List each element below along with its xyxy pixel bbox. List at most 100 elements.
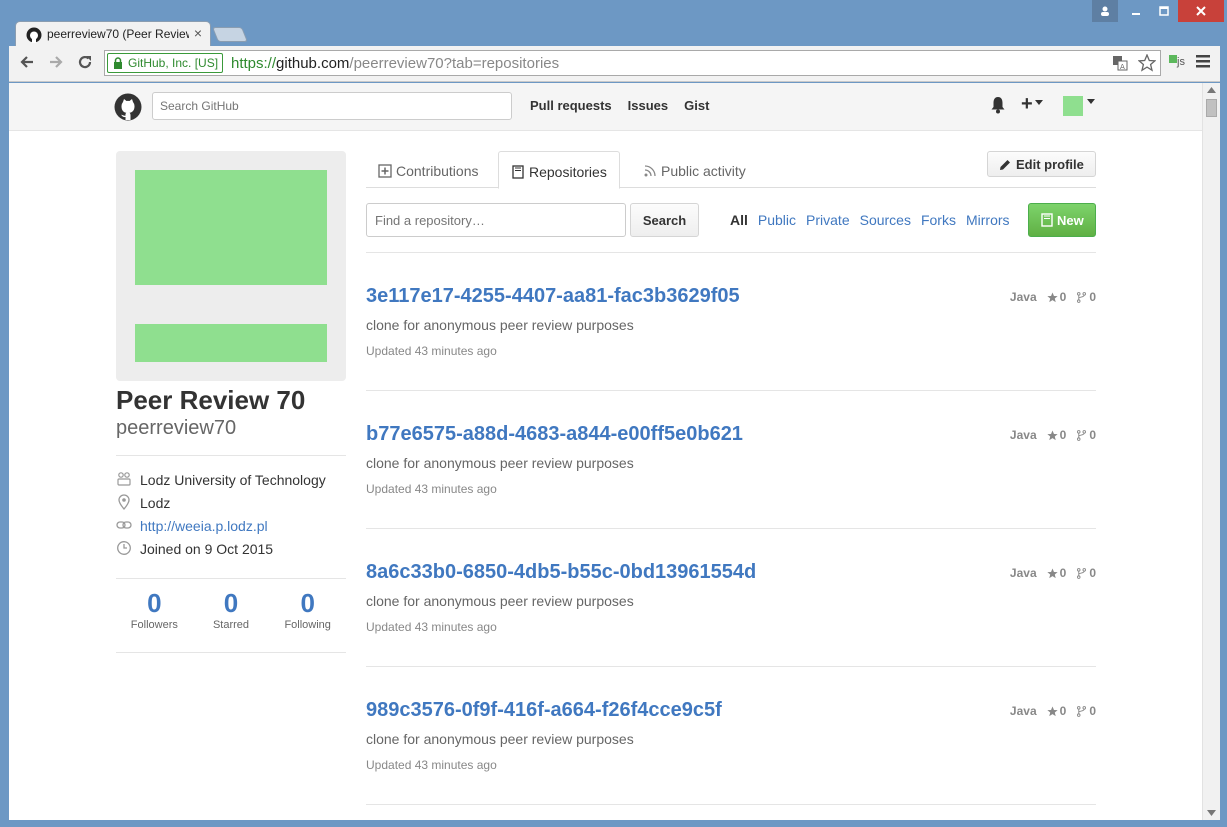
followers-count: 0: [147, 588, 162, 618]
tab-public-activity-label: Public activity: [661, 163, 746, 179]
nav-pull-requests[interactable]: Pull requests: [530, 98, 612, 113]
avatar-block-bottom: [135, 324, 327, 362]
filter-private[interactable]: Private: [806, 212, 850, 228]
repository-language: Java: [1009, 428, 1037, 442]
filter-all[interactable]: All: [730, 212, 748, 228]
forward-icon[interactable]: [47, 53, 65, 76]
tab-title: peerreview70 (Peer Review 70): [47, 27, 189, 41]
repository-meta: Java 0 0: [1010, 704, 1096, 718]
new-tab-button[interactable]: [211, 27, 249, 42]
new-repository-label: New: [1057, 213, 1084, 228]
followers-label: Followers: [130, 619, 178, 631]
nav-issues[interactable]: Issues: [628, 98, 668, 113]
repository-item: 989c3576-0f9f-416f-a664-f26f4cce9c5f clo…: [366, 667, 1096, 805]
following-stat[interactable]: 0 Following: [269, 588, 346, 631]
repository-language: Java: [1009, 290, 1037, 304]
github-logo-icon[interactable]: [114, 93, 142, 121]
url-text: https://github.com/peerreview70?tab=repo…: [231, 55, 559, 72]
repository-stars[interactable]: 0: [1046, 704, 1067, 718]
tab-repositories[interactable]: Repositories: [498, 151, 620, 189]
repository-item: 3e117e17-4255-4407-aa81-fac3b3629f05 clo…: [366, 253, 1096, 391]
profile-organization: Lodz University of Technology: [116, 470, 356, 493]
filter-public[interactable]: Public: [758, 212, 796, 228]
repo-book-icon: [512, 165, 524, 179]
filter-sources[interactable]: Sources: [860, 212, 911, 228]
repository-forks[interactable]: 0: [1076, 566, 1096, 580]
ev-label: GitHub, Inc. [US]: [128, 56, 219, 70]
edit-profile-button[interactable]: Edit profile: [987, 151, 1096, 177]
github-favicon-icon: [26, 27, 42, 43]
forks-count: 0: [1089, 290, 1096, 304]
scroll-down-icon[interactable]: [1207, 808, 1216, 818]
tab-contributions-label: Contributions: [396, 163, 479, 179]
user-avatar[interactable]: [1063, 96, 1083, 116]
link-icon: [116, 521, 132, 529]
address-bar[interactable]: GitHub, Inc. [US] https://github.com/pee…: [104, 50, 1161, 76]
avatar-caret-down-icon[interactable]: [1087, 99, 1095, 105]
filter-mirrors[interactable]: Mirrors: [966, 212, 1010, 228]
maximize-icon[interactable]: [1150, 0, 1178, 22]
location-text: Lodz: [140, 495, 171, 511]
repository-stars[interactable]: 0: [1046, 566, 1066, 580]
translate-icon[interactable]: A: [1112, 55, 1128, 71]
organization-icon: [117, 472, 131, 486]
clock-icon: [117, 541, 131, 555]
repository-name-link[interactable]: b77e6575-a88d-4683-a844-e00ff5e0b621: [366, 423, 743, 446]
plus-icon: +: [1021, 93, 1033, 115]
page-viewport: Pull requests Issues Gist + Peer Review …: [9, 83, 1202, 820]
svg-text:A: A: [1120, 63, 1125, 71]
browser-toolbar: GitHub, Inc. [US] https://github.com/pee…: [9, 46, 1220, 82]
scroll-up-icon[interactable]: [1207, 85, 1216, 95]
repository-item: 8a6c33b0-6850-4db5-b55c-0bd13961554d clo…: [366, 529, 1096, 667]
url-scheme: https://: [231, 55, 277, 72]
repository-name-link[interactable]: 3e117e17-4255-4407-aa81-fac3b3629f05: [366, 285, 740, 308]
repository-forks[interactable]: 0: [1076, 290, 1096, 304]
followers-stat[interactable]: 0 Followers: [116, 588, 193, 631]
caret-down-icon: [1034, 100, 1043, 105]
forks-count: 0: [1089, 704, 1096, 718]
repository-stars[interactable]: 0: [1046, 428, 1066, 442]
scrollbar-thumb[interactable]: [1206, 99, 1217, 117]
back-icon[interactable]: [18, 53, 36, 76]
stars-count: 0: [1059, 704, 1067, 718]
ev-certificate-badge[interactable]: GitHub, Inc. [US]: [107, 53, 224, 73]
starred-label: Starred: [212, 619, 250, 631]
profile-avatar[interactable]: [116, 151, 346, 381]
reload-icon[interactable]: [76, 53, 94, 76]
window-close-icon[interactable]: [1178, 0, 1224, 22]
repository-forks[interactable]: 0: [1076, 428, 1096, 442]
filter-forks[interactable]: Forks: [921, 212, 956, 228]
notifications-bell-icon[interactable]: [990, 96, 1006, 114]
nav-gist[interactable]: Gist: [684, 98, 709, 113]
browser-menu-icon[interactable]: [1195, 53, 1211, 74]
user-profile-icon[interactable]: [1092, 0, 1118, 22]
repo-book-icon: [1041, 213, 1053, 227]
repository-meta: Java 0 0: [1010, 290, 1096, 304]
bookmark-star-icon[interactable]: [1137, 53, 1157, 72]
search-repositories-button[interactable]: Search: [630, 203, 699, 237]
url-host: github.com: [276, 55, 350, 72]
following-count: 0: [300, 588, 315, 618]
github-search-input[interactable]: [152, 92, 512, 120]
tab-close-icon[interactable]: ×: [194, 25, 202, 41]
repository-name-link[interactable]: 8a6c33b0-6850-4db5-b55c-0bd13961554d: [366, 561, 756, 584]
repository-updated: Updated 43 minutes ago: [366, 482, 497, 496]
minimize-icon[interactable]: [1122, 0, 1150, 22]
forks-count: 0: [1089, 428, 1096, 442]
new-repository-button[interactable]: New: [1028, 203, 1096, 237]
repository-name-link[interactable]: 989c3576-0f9f-416f-a664-f26f4cce9c5f: [366, 699, 722, 722]
extension-js-icon[interactable]: js: [1169, 55, 1185, 68]
website-link[interactable]: http://weeia.p.lodz.pl: [140, 518, 268, 534]
browser-tab[interactable]: peerreview70 (Peer Review 70) ×: [15, 21, 211, 47]
starred-stat[interactable]: 0 Starred: [193, 588, 270, 631]
repository-forks[interactable]: 0: [1076, 704, 1096, 718]
page-scrollbar[interactable]: [1202, 83, 1220, 820]
tab-public-activity[interactable]: Public activity: [631, 151, 758, 188]
profile-username: peerreview70: [116, 417, 237, 439]
tab-contributions[interactable]: Contributions: [366, 151, 491, 188]
create-new-menu[interactable]: +: [1021, 93, 1043, 116]
repository-description: clone for anonymous peer review purposes: [366, 317, 634, 333]
find-repository-input[interactable]: [366, 203, 626, 237]
fork-icon: [1077, 291, 1087, 303]
repository-stars[interactable]: 0: [1046, 290, 1066, 304]
